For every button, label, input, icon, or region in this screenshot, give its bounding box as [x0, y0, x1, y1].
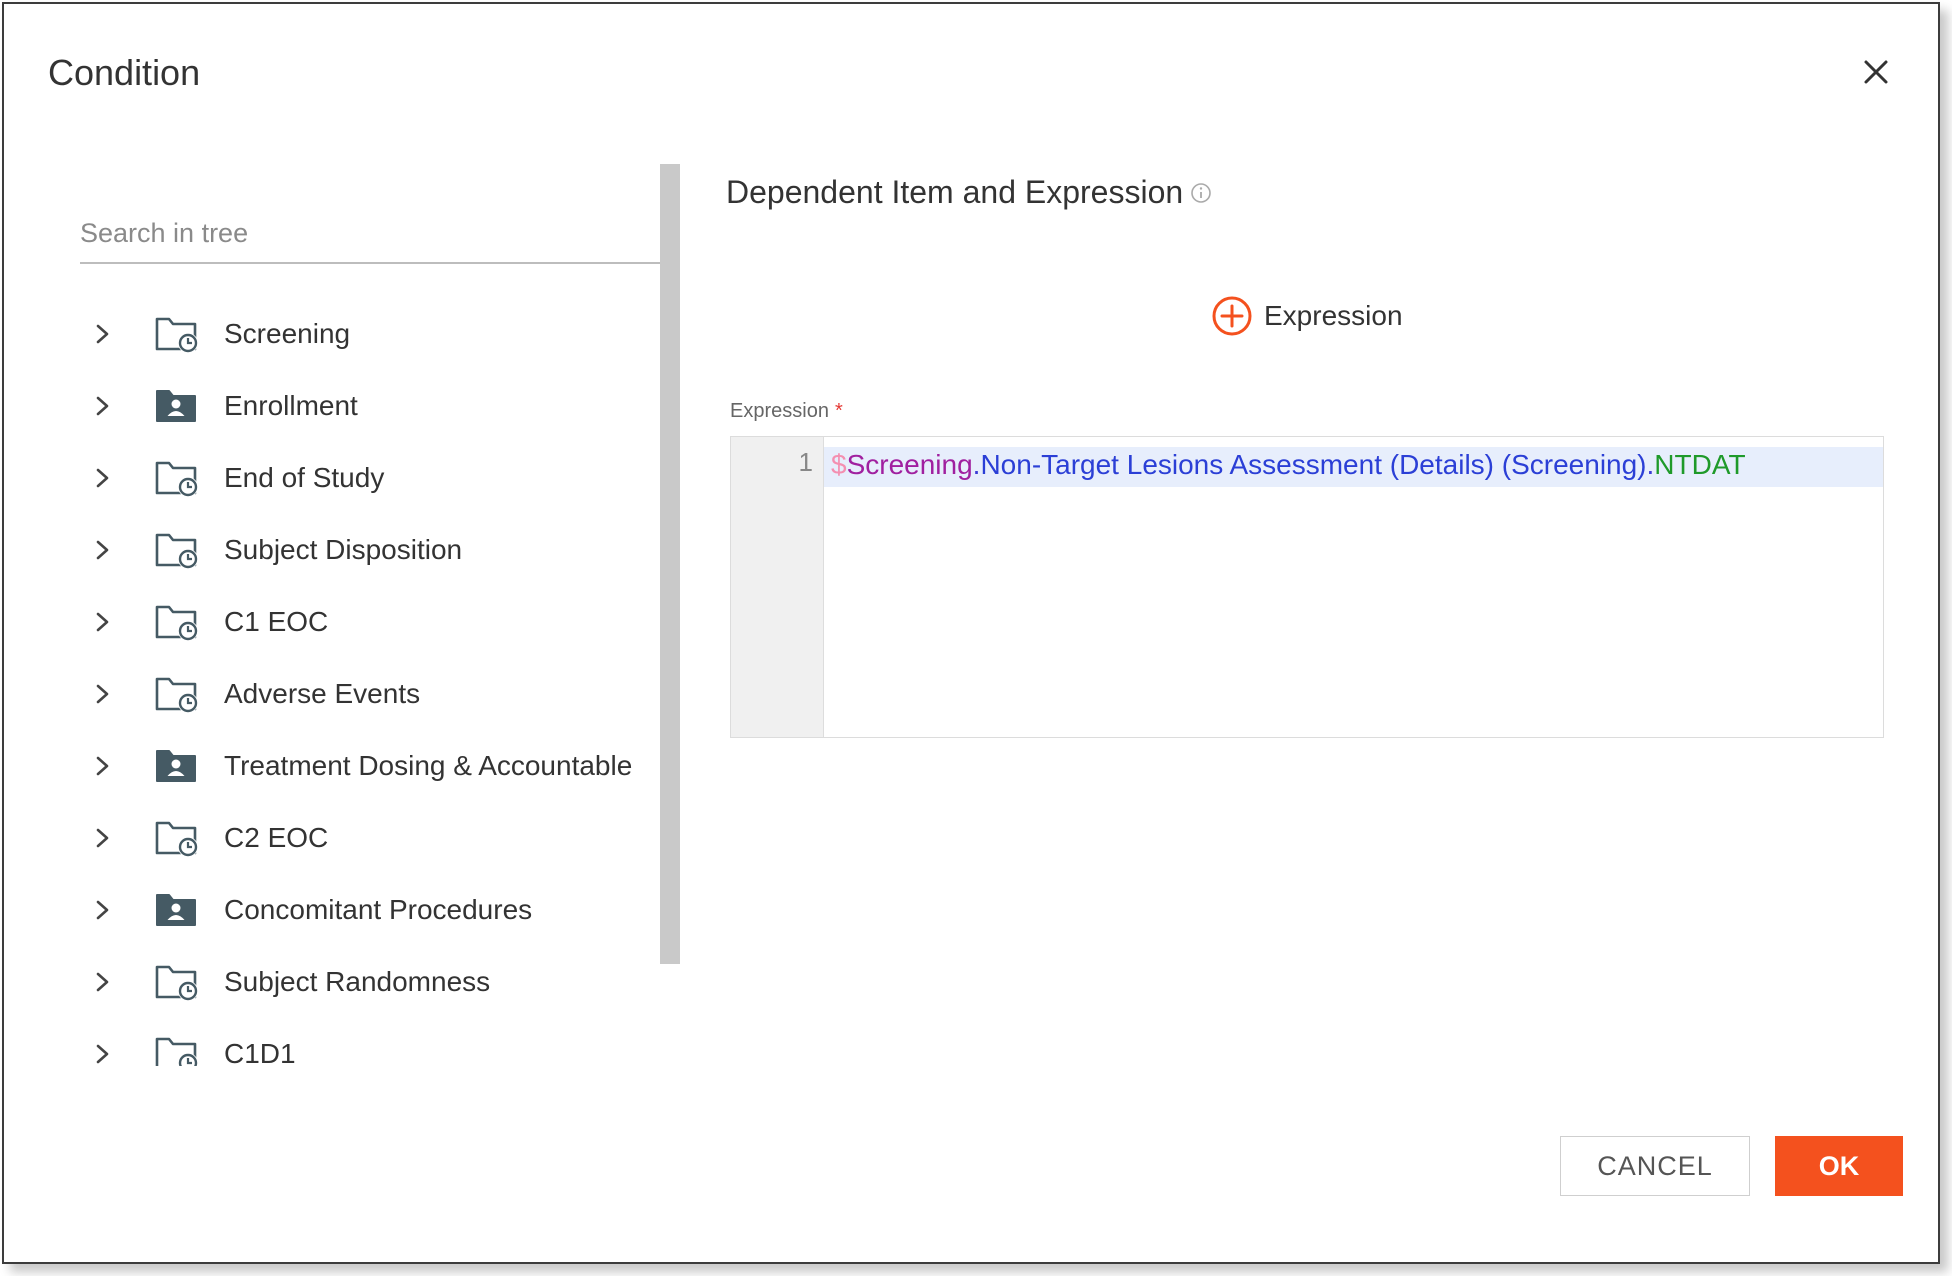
editor-gutter: 1: [731, 437, 824, 737]
token-event: Screening: [846, 449, 973, 480]
chevron-right-icon[interactable]: [92, 322, 114, 346]
tree-item-label: Treatment Dosing & Accountable: [224, 750, 633, 781]
tree-item[interactable]: Treatment Dosing & Accountable: [80, 736, 660, 796]
ok-button[interactable]: OK: [1775, 1136, 1903, 1196]
tree-item[interactable]: Concomitant Procedures: [80, 880, 660, 940]
search-input[interactable]: [80, 208, 660, 258]
chevron-right-icon[interactable]: [92, 394, 114, 418]
chevron-right-icon[interactable]: [92, 466, 114, 490]
folder-clock-icon: [154, 674, 200, 714]
dialog-title: Condition: [48, 52, 201, 93]
chevron-right-icon[interactable]: [92, 754, 114, 778]
tree-item-label: Enrollment: [224, 390, 358, 421]
tree-item-label: C1D1: [224, 1038, 296, 1066]
folder-person-icon: [154, 386, 200, 426]
folder-person-icon: [154, 890, 200, 930]
folder-clock-icon: [154, 818, 200, 858]
tree-item-label: C1 EOC: [224, 606, 329, 637]
required-marker: *: [834, 400, 843, 422]
folder-person-icon: [154, 746, 200, 786]
folder-clock-icon: [154, 314, 200, 354]
token-item: NTDAT: [1654, 449, 1746, 480]
chevron-right-icon[interactable]: [92, 610, 114, 634]
tree-item-label: Subject Randomness: [224, 966, 491, 997]
cancel-button[interactable]: CANCEL: [1560, 1136, 1750, 1196]
tree-search: [80, 208, 660, 264]
tree-item[interactable]: End of Study: [80, 448, 660, 508]
token-form: Non-Target Lesions Assessment (Details) …: [980, 449, 1647, 480]
chevron-right-icon[interactable]: [92, 970, 114, 994]
chevron-right-icon[interactable]: [92, 1042, 114, 1066]
tree-panel: Screening Enrollment End of Study Subject D…: [80, 304, 660, 1066]
tree-item[interactable]: C1 EOC: [80, 592, 660, 652]
expression-code: $Screening.Non-Target Lesions Assessment…: [831, 449, 1746, 481]
tree-item[interactable]: C2 EOC: [80, 808, 660, 868]
token-dollar: $: [831, 449, 847, 480]
tree-item-label: Subject Disposition: [224, 534, 463, 565]
add-expression-label: Expression: [1264, 300, 1403, 331]
folder-clock-icon: [154, 962, 200, 1002]
tree-item[interactable]: Screening: [80, 304, 660, 364]
chevron-right-icon[interactable]: [92, 898, 114, 922]
chevron-right-icon[interactable]: [92, 538, 114, 562]
expression-field-label: Expression *: [730, 400, 843, 423]
condition-dialog: Condition Screening Enrollment End of Stud…: [2, 2, 1940, 1264]
chevron-right-icon[interactable]: [92, 682, 114, 706]
tree-item[interactable]: Adverse Events: [80, 664, 660, 724]
chevron-right-icon[interactable]: [92, 826, 114, 850]
close-icon[interactable]: [1856, 52, 1896, 92]
tree-item[interactable]: Enrollment: [80, 376, 660, 436]
add-circle-icon: [1212, 296, 1252, 336]
tree-item[interactable]: C1D1: [80, 1024, 660, 1066]
tree-scrollbar[interactable]: [660, 164, 680, 964]
expression-label-text: Expression: [730, 400, 829, 422]
section-title: Dependent Item and Expression: [726, 174, 1184, 210]
folder-clock-icon: [154, 602, 200, 642]
tree-item-label: End of Study: [224, 462, 385, 493]
tree-item-label: Adverse Events: [224, 678, 421, 709]
line-number: 1: [798, 447, 813, 477]
folder-clock-icon: [154, 458, 200, 498]
expression-editor[interactable]: 1 $Screening.Non-Target Lesions Assessme…: [730, 436, 1884, 738]
tree-item-label: C2 EOC: [224, 822, 329, 853]
folder-clock-icon: [154, 530, 200, 570]
tree-item[interactable]: Subject Disposition: [80, 520, 660, 580]
tree-item-label: Concomitant Procedures: [224, 894, 533, 925]
info-icon: [1190, 182, 1212, 204]
tree-item[interactable]: Subject Randomness: [80, 952, 660, 1012]
folder-clock-icon: [154, 1034, 200, 1066]
tree-item-label: Screening: [224, 318, 351, 349]
